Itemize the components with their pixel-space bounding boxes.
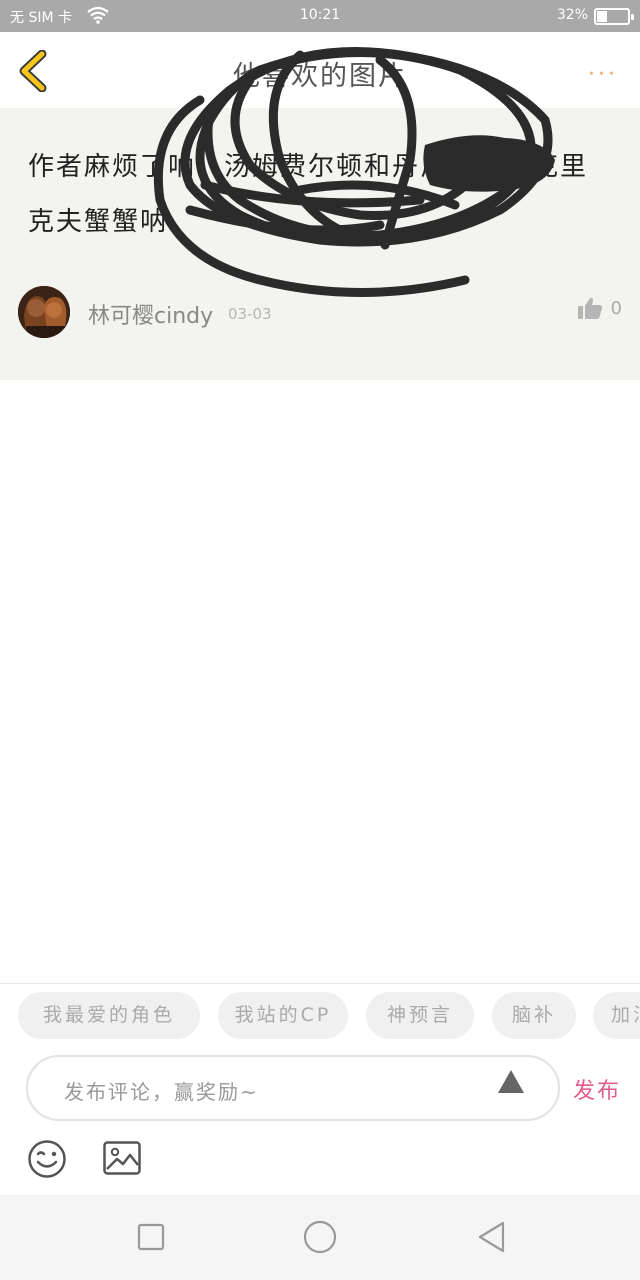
battery-percent: 32% <box>556 7 588 23</box>
image-icon <box>103 1141 141 1175</box>
nav-square-icon <box>137 1223 165 1251</box>
tag-chip[interactable]: 神预言 <box>366 992 474 1039</box>
send-triangle-icon[interactable] <box>498 1070 524 1093</box>
tag-chip[interactable]: 加油 <box>593 992 640 1039</box>
comment-input-placeholder: 发布评论，赢奖励~ <box>64 1080 259 1104</box>
battery-icon <box>594 8 634 25</box>
nav-recents-button[interactable] <box>111 1195 191 1280</box>
bottom-divider <box>0 983 640 984</box>
page-title: 他喜欢的图片 <box>233 61 407 92</box>
tag-chip[interactable]: 脑补 <box>492 992 576 1039</box>
comment-user-name[interactable]: 林可樱cindy <box>88 298 213 330</box>
clock: 10:21 <box>299 7 341 23</box>
nav-home-button[interactable] <box>280 1195 360 1280</box>
emoji-icon <box>28 1140 66 1178</box>
top-app-bar: 他喜欢的图片 ··· <box>0 32 640 108</box>
nav-back-icon <box>478 1221 505 1253</box>
nav-circle-icon <box>303 1220 337 1254</box>
like-count: 0 <box>610 297 622 319</box>
comment-text: 作者麻烦了呐，汤姆费尔顿和丹尼尔雷德克里克夫蟹蟹呐 <box>28 152 589 237</box>
tag-chip[interactable]: 我站的CP <box>218 992 348 1039</box>
battery-fill <box>597 11 607 22</box>
tag-chip[interactable]: 我最爱的角色 <box>18 992 200 1039</box>
status-bar: 无 SIM 卡 10:21 32% <box>0 0 640 32</box>
nav-back-button[interactable] <box>452 1195 532 1280</box>
image-button[interactable] <box>103 1141 141 1179</box>
avatar[interactable] <box>18 286 70 338</box>
comment-input[interactable]: 发布评论，赢奖励~ <box>26 1055 560 1121</box>
emoji-button[interactable] <box>27 1139 67 1183</box>
comment-card: 作者麻烦了呐，汤姆费尔顿和丹尼尔雷德克里克夫蟹蟹呐 林可樱cindy 03-03… <box>0 108 640 380</box>
comment-date: 03-03 <box>228 305 272 323</box>
system-nav-bar <box>0 1195 640 1280</box>
more-dots-icon[interactable]: ··· <box>588 62 618 87</box>
like-button[interactable]: 0 <box>577 296 622 320</box>
quick-tags: 我最爱的角色 我站的CP 神预言 脑补 加油 <box>0 992 640 1040</box>
thumbs-up-icon <box>577 297 602 319</box>
publish-button[interactable]: 发布 <box>573 1073 621 1105</box>
